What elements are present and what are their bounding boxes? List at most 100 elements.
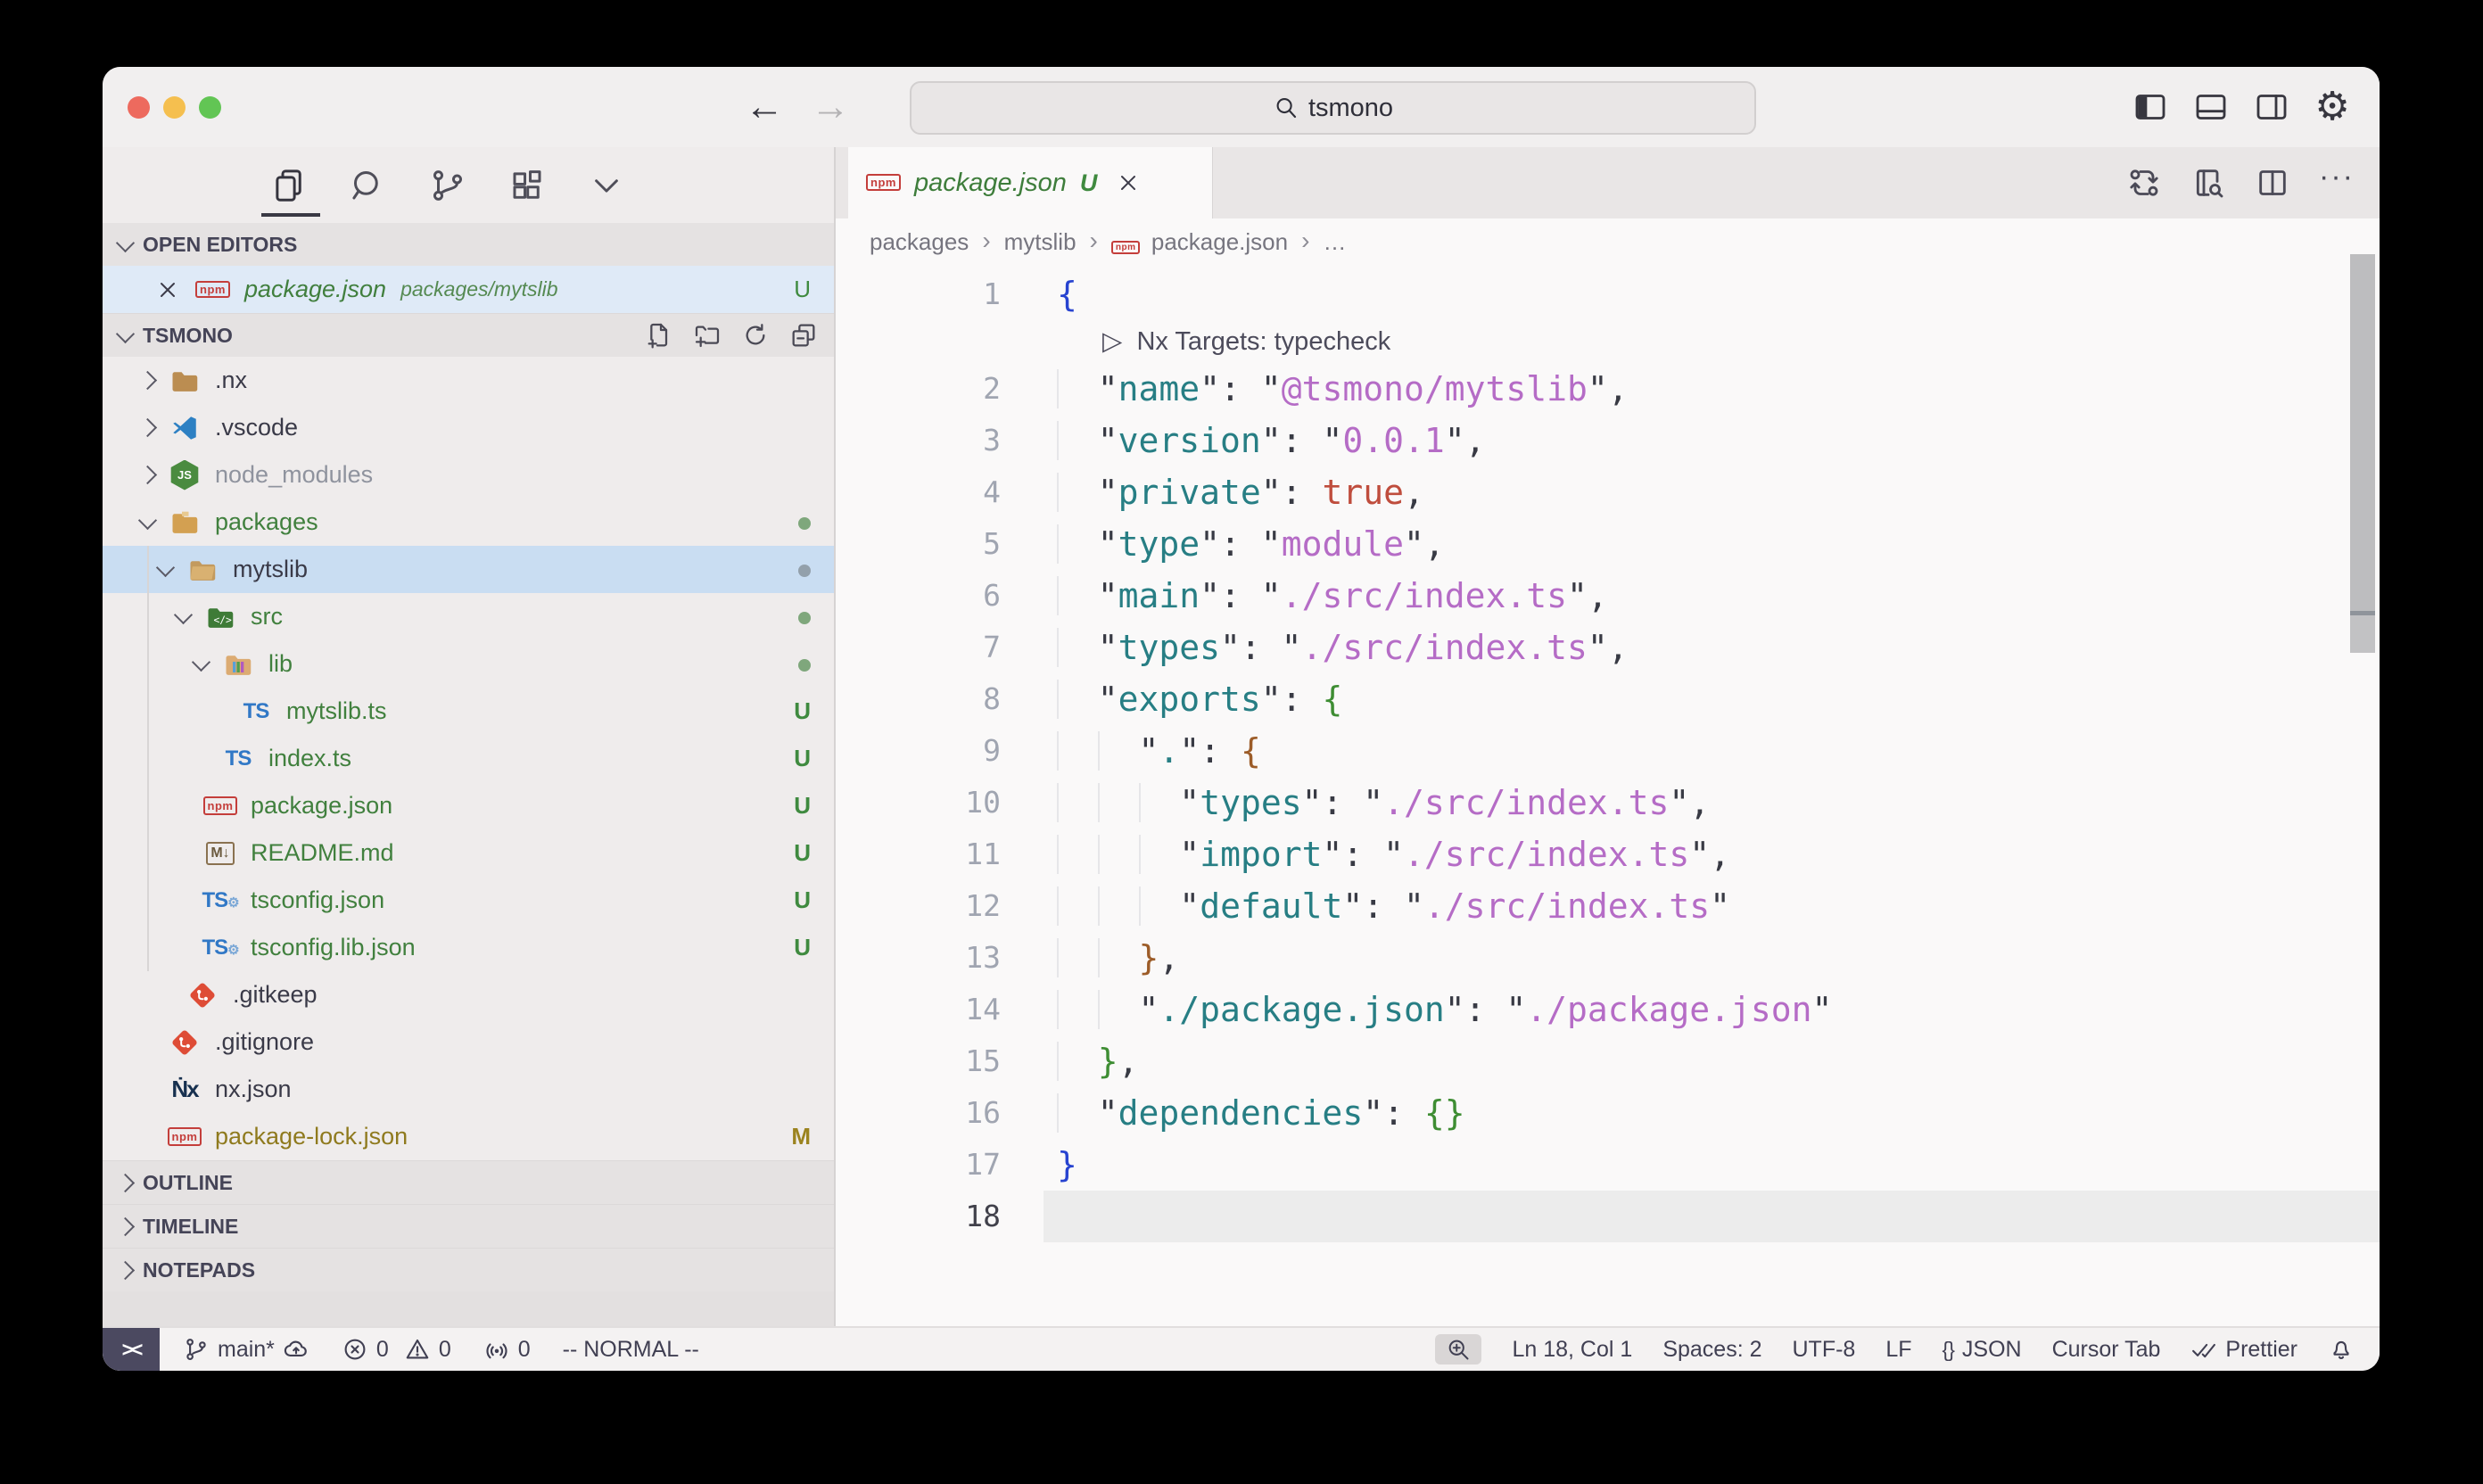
tree-item-node-modules[interactable]: JSnode_modules bbox=[103, 451, 834, 499]
code-line-content[interactable]: "default": "./src/index.ts" bbox=[1044, 880, 2380, 932]
tree-item-lib[interactable]: lib bbox=[103, 640, 834, 688]
workspace-section-header[interactable]: TSMONO bbox=[103, 313, 834, 357]
search-editor-icon[interactable] bbox=[2190, 165, 2226, 201]
code-line-content[interactable]: "private": true, bbox=[1044, 466, 2380, 518]
chevron-right-icon[interactable] bbox=[128, 374, 167, 387]
tree-item-src[interactable]: </>src bbox=[103, 593, 834, 640]
code-line-7[interactable]: 7 "types": "./src/index.ts", bbox=[836, 622, 2380, 673]
tab-package-json[interactable]: npm package.json U bbox=[848, 147, 1213, 218]
cursor-tab-status[interactable]: Cursor Tab bbox=[2052, 1337, 2161, 1363]
code-line-12[interactable]: 12 "default": "./src/index.ts" bbox=[836, 880, 2380, 932]
code-line-2[interactable]: 2 "name": "@tsmono/mytslib", bbox=[836, 363, 2380, 415]
tree-item-tsconfig-lib-json[interactable]: TS⚙tsconfig.lib.jsonU bbox=[103, 924, 834, 971]
code-line-content[interactable]: }, bbox=[1044, 932, 2380, 984]
code-line-5[interactable]: 5 "type": "module", bbox=[836, 518, 2380, 570]
code-line-8[interactable]: 8 "exports": { bbox=[836, 673, 2380, 725]
toggle-primary-sidebar-icon[interactable] bbox=[2132, 88, 2169, 126]
tree-item-packages[interactable]: packages bbox=[103, 499, 834, 546]
code-line-content[interactable]: "exports": { bbox=[1044, 673, 2380, 725]
breadcrumb-item[interactable]: package.json bbox=[1151, 228, 1288, 256]
git-branch-status[interactable]: main* bbox=[183, 1336, 309, 1363]
chevron-right-icon[interactable] bbox=[128, 421, 167, 434]
code-line-content[interactable]: "./package.json": "./package.json" bbox=[1044, 984, 2380, 1035]
split-editor-icon[interactable] bbox=[2255, 165, 2290, 201]
new-file-icon[interactable] bbox=[645, 321, 673, 350]
code-line-14[interactable]: 14 "./package.json": "./package.json" bbox=[836, 984, 2380, 1035]
outline-section-header[interactable]: OUTLINE bbox=[103, 1160, 834, 1204]
encoding-status[interactable]: UTF-8 bbox=[1793, 1337, 1856, 1363]
code-line-18[interactable]: 18 bbox=[836, 1191, 2380, 1242]
tree-item--gitkeep[interactable]: .gitkeep bbox=[103, 971, 834, 1018]
open-editor-item[interactable]: npm package.json packages/mytslib U bbox=[103, 266, 834, 313]
tree-item-mytslib[interactable]: mytslib bbox=[103, 546, 834, 593]
toggle-panel-icon[interactable] bbox=[2192, 88, 2230, 126]
code-line-content[interactable]: "main": "./src/index.ts", bbox=[1044, 570, 2380, 622]
code-line-content[interactable]: "name": "@tsmono/mytslib", bbox=[1044, 363, 2380, 415]
code-line-content[interactable]: "import": "./src/index.ts", bbox=[1044, 829, 2380, 880]
tree-item--nx[interactable]: .nx bbox=[103, 357, 834, 404]
collapse-folders-icon[interactable] bbox=[789, 321, 818, 350]
notifications-status[interactable] bbox=[2328, 1336, 2355, 1363]
tree-item-tsconfig-json[interactable]: TS⚙tsconfig.jsonU bbox=[103, 877, 834, 924]
chevron-down-icon[interactable] bbox=[128, 517, 167, 527]
close-editor-icon[interactable] bbox=[154, 277, 181, 302]
code-line-content[interactable]: "version": "0.0.1", bbox=[1044, 415, 2380, 466]
timeline-section-header[interactable]: TIMELINE bbox=[103, 1204, 834, 1248]
more-actions-icon[interactable]: ··· bbox=[2319, 177, 2355, 189]
tree-item-nx-json[interactable]: Ṅxnx.json bbox=[103, 1066, 834, 1113]
code-line-content[interactable]: "dependencies": {} bbox=[1044, 1087, 2380, 1139]
extensions-icon[interactable] bbox=[508, 167, 546, 204]
close-window-button[interactable] bbox=[128, 96, 150, 119]
open-changes-icon[interactable] bbox=[2126, 165, 2162, 201]
code-line-9[interactable]: 9 ".": { bbox=[836, 725, 2380, 777]
remote-indicator[interactable]: >< bbox=[103, 1328, 160, 1371]
breadcrumb-item[interactable]: packages bbox=[870, 228, 969, 256]
chevron-down-icon[interactable] bbox=[145, 565, 185, 574]
source-control-icon[interactable] bbox=[429, 167, 466, 204]
search-view-icon[interactable] bbox=[350, 167, 387, 204]
code-line-content[interactable]: }, bbox=[1044, 1035, 2380, 1087]
ports-status[interactable]: 0 bbox=[483, 1336, 531, 1363]
code-line-content[interactable]: "type": "module", bbox=[1044, 518, 2380, 570]
zoom-window-button[interactable] bbox=[199, 96, 221, 119]
code-line-content[interactable]: } bbox=[1044, 1139, 2380, 1191]
codelens-label[interactable]: Nx Targets: typecheck bbox=[1136, 327, 1390, 356]
zoom-indicator[interactable] bbox=[1435, 1334, 1481, 1364]
problems-status[interactable]: 0 0 bbox=[342, 1336, 451, 1363]
close-tab-icon[interactable] bbox=[1116, 170, 1141, 195]
codelens-nx-targets[interactable]: ▷ Nx Targets: typecheck bbox=[836, 320, 2380, 363]
code-line-15[interactable]: 15 }, bbox=[836, 1035, 2380, 1087]
open-editors-header[interactable]: OPEN EDITORS bbox=[103, 223, 834, 266]
code-line-10[interactable]: 10 "types": "./src/index.ts", bbox=[836, 777, 2380, 829]
breadcrumb-item[interactable]: mytslib bbox=[1004, 228, 1077, 256]
explorer-files-icon[interactable] bbox=[270, 167, 308, 204]
code-line-1[interactable]: 1{ bbox=[836, 268, 2380, 320]
toggle-secondary-sidebar-icon[interactable] bbox=[2253, 88, 2290, 126]
tree-item-mytslib-ts[interactable]: TSmytslib.tsU bbox=[103, 688, 834, 735]
code-line-content[interactable]: "types": "./src/index.ts", bbox=[1044, 777, 2380, 829]
code-line-11[interactable]: 11 "import": "./src/index.ts", bbox=[836, 829, 2380, 880]
refresh-explorer-icon[interactable] bbox=[741, 321, 770, 350]
more-views-chevron-icon[interactable] bbox=[588, 167, 625, 204]
settings-gear-icon[interactable]: ⚙ bbox=[2314, 88, 2351, 126]
tree-item--vscode[interactable]: .vscode bbox=[103, 404, 834, 451]
command-center-search[interactable]: tsmono bbox=[910, 81, 1756, 135]
code-line-3[interactable]: 3 "version": "0.0.1", bbox=[836, 415, 2380, 466]
code-line-13[interactable]: 13 }, bbox=[836, 932, 2380, 984]
code-line-4[interactable]: 4 "private": true, bbox=[836, 466, 2380, 518]
code-line-content[interactable] bbox=[1044, 1191, 2380, 1242]
new-folder-icon[interactable] bbox=[693, 321, 722, 350]
navigate-back-button[interactable]: ← bbox=[745, 85, 784, 129]
code-editor[interactable]: 1{▷ Nx Targets: typecheck2 "name": "@tsm… bbox=[836, 265, 2380, 1326]
tree-item-readme-md[interactable]: M↓README.mdU bbox=[103, 829, 834, 877]
tree-item-package-lock-json[interactable]: npmpackage-lock.jsonM bbox=[103, 1113, 834, 1160]
chevron-down-icon[interactable] bbox=[181, 659, 220, 669]
breadcrumb-item[interactable]: … bbox=[1323, 228, 1346, 256]
code-line-content[interactable]: { bbox=[1044, 268, 2380, 320]
eol-status[interactable]: LF bbox=[1885, 1337, 1911, 1363]
vim-mode-indicator[interactable]: -- NORMAL -- bbox=[563, 1337, 699, 1363]
tree-item--gitignore[interactable]: .gitignore bbox=[103, 1018, 834, 1066]
tree-item-package-json[interactable]: npmpackage.jsonU bbox=[103, 782, 834, 829]
navigate-forward-button[interactable]: → bbox=[811, 85, 850, 129]
chevron-down-icon[interactable] bbox=[163, 612, 202, 622]
